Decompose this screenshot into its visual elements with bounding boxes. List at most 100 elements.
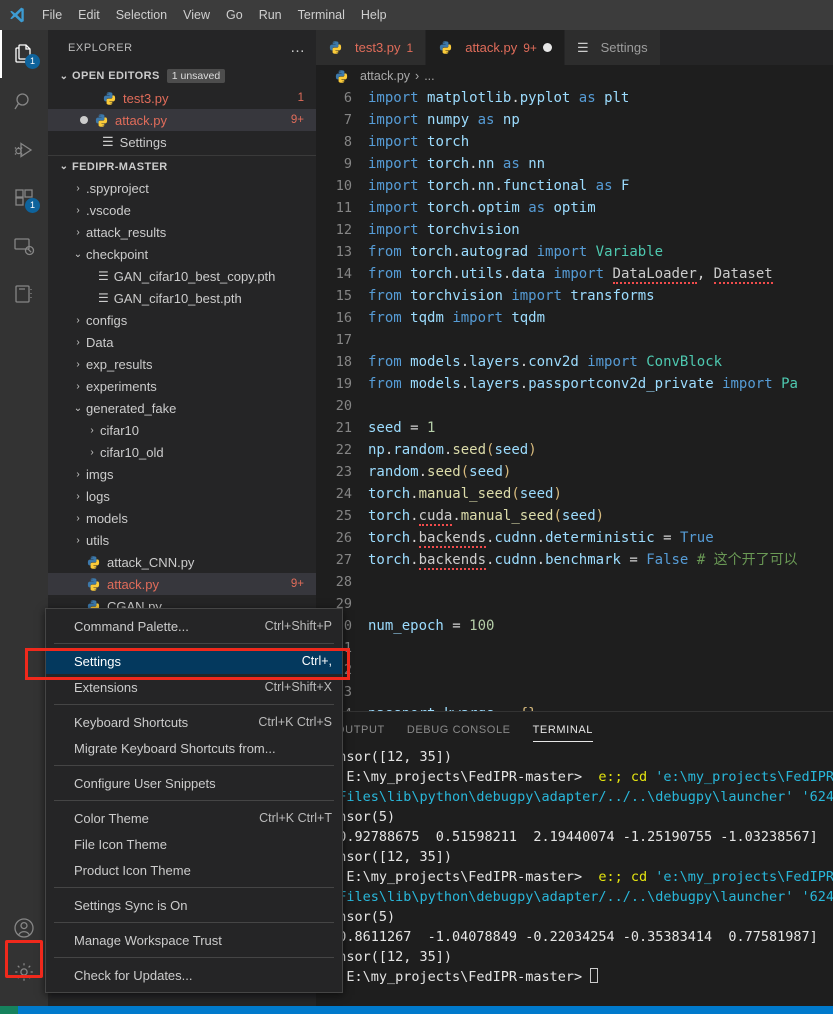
code-line[interactable]: 7 import numpy as np (316, 109, 833, 131)
menu-item-settings[interactable]: Settings Ctrl+, (46, 648, 342, 674)
open-editor-attack[interactable]: attack.py 9+ (48, 109, 316, 131)
tree-item-cifar10[interactable]: › cifar10 (48, 419, 316, 441)
code-line[interactable]: 22 np.random.seed(seed) (316, 439, 833, 461)
tree-item-cifar10-old[interactable]: › cifar10_old (48, 441, 316, 463)
tree-item-gan-cifar10-best-pth[interactable]: ☰ GAN_cifar10_best.pth (48, 287, 316, 309)
code-line[interactable]: 16 from tqdm import tqdm (316, 307, 833, 329)
menu-file[interactable]: File (34, 3, 70, 27)
menu-item-keyboard-shortcuts[interactable]: Keyboard Shortcuts Ctrl+K Ctrl+S (46, 709, 342, 735)
tree-item-configs[interactable]: › configs (48, 309, 316, 331)
menu-item-command-palette[interactable]: Command Palette... Ctrl+Shift+P (46, 613, 342, 639)
panel-tab-debug-console[interactable]: DEBUG CONSOLE (407, 718, 511, 742)
terminal-line: PS E:\my_projects\FedIPR-master> e:; cd … (322, 769, 833, 785)
tree-item-imgs[interactable]: › imgs (48, 463, 316, 485)
tab-dirty-icon[interactable] (542, 43, 552, 52)
menu-item-configure-user-snippets[interactable]: Configure User Snippets (46, 770, 342, 796)
code-line[interactable]: 11 import torch.optim as optim (316, 197, 833, 219)
code-line[interactable]: 25 torch.cuda.manual_seed(seed) (316, 505, 833, 527)
menu-item-label: Extensions (74, 679, 138, 695)
activity-explorer[interactable]: 1 (0, 30, 48, 78)
menu-item-extensions[interactable]: Extensions Ctrl+Shift+X (46, 674, 342, 700)
menu-help[interactable]: Help (353, 3, 395, 27)
terminal-output[interactable]: tensor([12, 35]) PS E:\my_projects\FedIPR… (316, 747, 833, 987)
code-line[interactable]: 9 import torch.nn as nn (316, 153, 833, 175)
menu-terminal[interactable]: Terminal (290, 3, 353, 27)
tree-item-exp-results[interactable]: › exp_results (48, 353, 316, 375)
accounts-icon[interactable] (0, 906, 48, 950)
tab-test3-py[interactable]: test3.py 1 (316, 30, 427, 65)
breadcrumb-file[interactable]: attack.py (360, 69, 410, 83)
activity-remote-explorer[interactable] (0, 222, 48, 270)
activity-notebook[interactable] (0, 270, 48, 318)
code-line[interactable]: 18 from models.layers.conv2d import ConvB… (316, 351, 833, 373)
tree-item-checkpoint[interactable]: ⌄ checkpoint (48, 243, 316, 265)
tree-item-attack-py[interactable]: attack.py 9+ (48, 573, 316, 595)
tab-settings[interactable]: ☰ Settings (564, 30, 661, 65)
code-line[interactable]: 13 from torch.autograd import Variable (316, 241, 833, 263)
open-editors-section[interactable]: ⌄ OPEN EDITORS 1 unsaved (48, 65, 316, 87)
tree-item-utils[interactable]: › utils (48, 529, 316, 551)
menu-run[interactable]: Run (251, 3, 290, 27)
menu-item-manage-workspace-trust[interactable]: Manage Workspace Trust (46, 927, 342, 953)
code-line[interactable]: 15 from torchvision import transforms (316, 285, 833, 307)
code-line[interactable]: 8 import torch (316, 131, 833, 153)
code-line[interactable]: 31 (316, 637, 833, 659)
tree-item-attack-results[interactable]: › attack_results (48, 221, 316, 243)
code-line[interactable]: 17 (316, 329, 833, 351)
tree-item-data[interactable]: › Data (48, 331, 316, 353)
menu-item-file-icon-theme[interactable]: File Icon Theme (46, 831, 342, 857)
code-line[interactable]: 14 from torch.utils.data import DataLoade… (316, 263, 833, 285)
workspace-section[interactable]: ⌄ FEDIPR-MASTER (48, 155, 316, 177)
remote-indicator[interactable] (0, 1006, 18, 1014)
activity-search[interactable] (0, 78, 48, 126)
menu-go[interactable]: Go (218, 3, 251, 27)
code-line[interactable]: 27 torch.backends.cudnn.benchmark = False… (316, 549, 833, 571)
menu-item-product-icon-theme[interactable]: Product Icon Theme (46, 857, 342, 883)
menu-item-check-for-updates[interactable]: Check for Updates... (46, 962, 342, 988)
open-editor-test3[interactable]: test3.py 1 (48, 87, 316, 109)
code-line[interactable]: 26 torch.backends.cudnn.deterministic = T… (316, 527, 833, 549)
activity-run-and-debug[interactable] (0, 126, 48, 174)
code-line[interactable]: 23 random.seed(seed) (316, 461, 833, 483)
tree-item-attack-cnn-py[interactable]: attack_CNN.py (48, 551, 316, 573)
menu-item-migrate-keyboard-shortcuts-from[interactable]: Migrate Keyboard Shortcuts from... (46, 735, 342, 761)
code-line[interactable]: 19 from models.layers.passportconv2d_priv… (316, 373, 833, 395)
file-icon: ☰ (98, 269, 109, 283)
code-line[interactable]: 12 import torchvision (316, 219, 833, 241)
tree-item--spyproject[interactable]: › .spyproject (48, 177, 316, 199)
tree-item-models[interactable]: › models (48, 507, 316, 529)
explorer-header: EXPLORER … (48, 30, 316, 65)
activity-extensions[interactable]: 1 (0, 174, 48, 222)
code-line[interactable]: 29 (316, 593, 833, 615)
code-line[interactable]: 33 (316, 681, 833, 703)
tab-attack-py[interactable]: attack.py 9+ (426, 30, 565, 65)
tree-item-generated-fake[interactable]: ⌄ generated_fake (48, 397, 316, 419)
breadcrumb-trail[interactable]: ... (424, 69, 434, 83)
code-line[interactable]: 21 seed = 1 (316, 417, 833, 439)
tree-item-gan-cifar10-best-copy-pth[interactable]: ☰ GAN_cifar10_best_copy.pth (48, 265, 316, 287)
code-line[interactable]: 10 import torch.nn.functional as F (316, 175, 833, 197)
manage-context-menu[interactable]: Command Palette... Ctrl+Shift+P Settings Ct… (45, 608, 343, 993)
open-editor-settings[interactable]: ☰ Settings (48, 131, 316, 153)
tree-item-logs[interactable]: › logs (48, 485, 316, 507)
menu-item-color-theme[interactable]: Color Theme Ctrl+K Ctrl+T (46, 805, 342, 831)
panel-tab-terminal[interactable]: TERMINAL (532, 718, 594, 742)
breadcrumb[interactable]: attack.py › ... (316, 65, 833, 87)
code-line[interactable]: 6 import matplotlib.pyplot as plt (316, 87, 833, 109)
more-actions-icon[interactable]: … (290, 39, 306, 56)
gear-icon[interactable] (0, 950, 48, 994)
code-line[interactable]: 20 (316, 395, 833, 417)
menu-view[interactable]: View (175, 3, 218, 27)
menu-edit[interactable]: Edit (70, 3, 108, 27)
code-line[interactable]: 24 torch.manual_seed(seed) (316, 483, 833, 505)
menu-item-settings-sync-is-on[interactable]: Settings Sync is On (46, 892, 342, 918)
panel-tab-output[interactable]: OUTPUT (336, 718, 385, 742)
menu-selection[interactable]: Selection (108, 3, 175, 27)
status-bar[interactable] (0, 1006, 833, 1014)
code-editor[interactable]: 6 import matplotlib.pyplot as plt 7 import … (316, 87, 833, 727)
tree-item-experiments[interactable]: › experiments (48, 375, 316, 397)
tree-item--vscode[interactable]: › .vscode (48, 199, 316, 221)
code-line[interactable]: 28 (316, 571, 833, 593)
code-line[interactable]: 30 num_epoch = 100 (316, 615, 833, 637)
code-line[interactable]: 32 (316, 659, 833, 681)
